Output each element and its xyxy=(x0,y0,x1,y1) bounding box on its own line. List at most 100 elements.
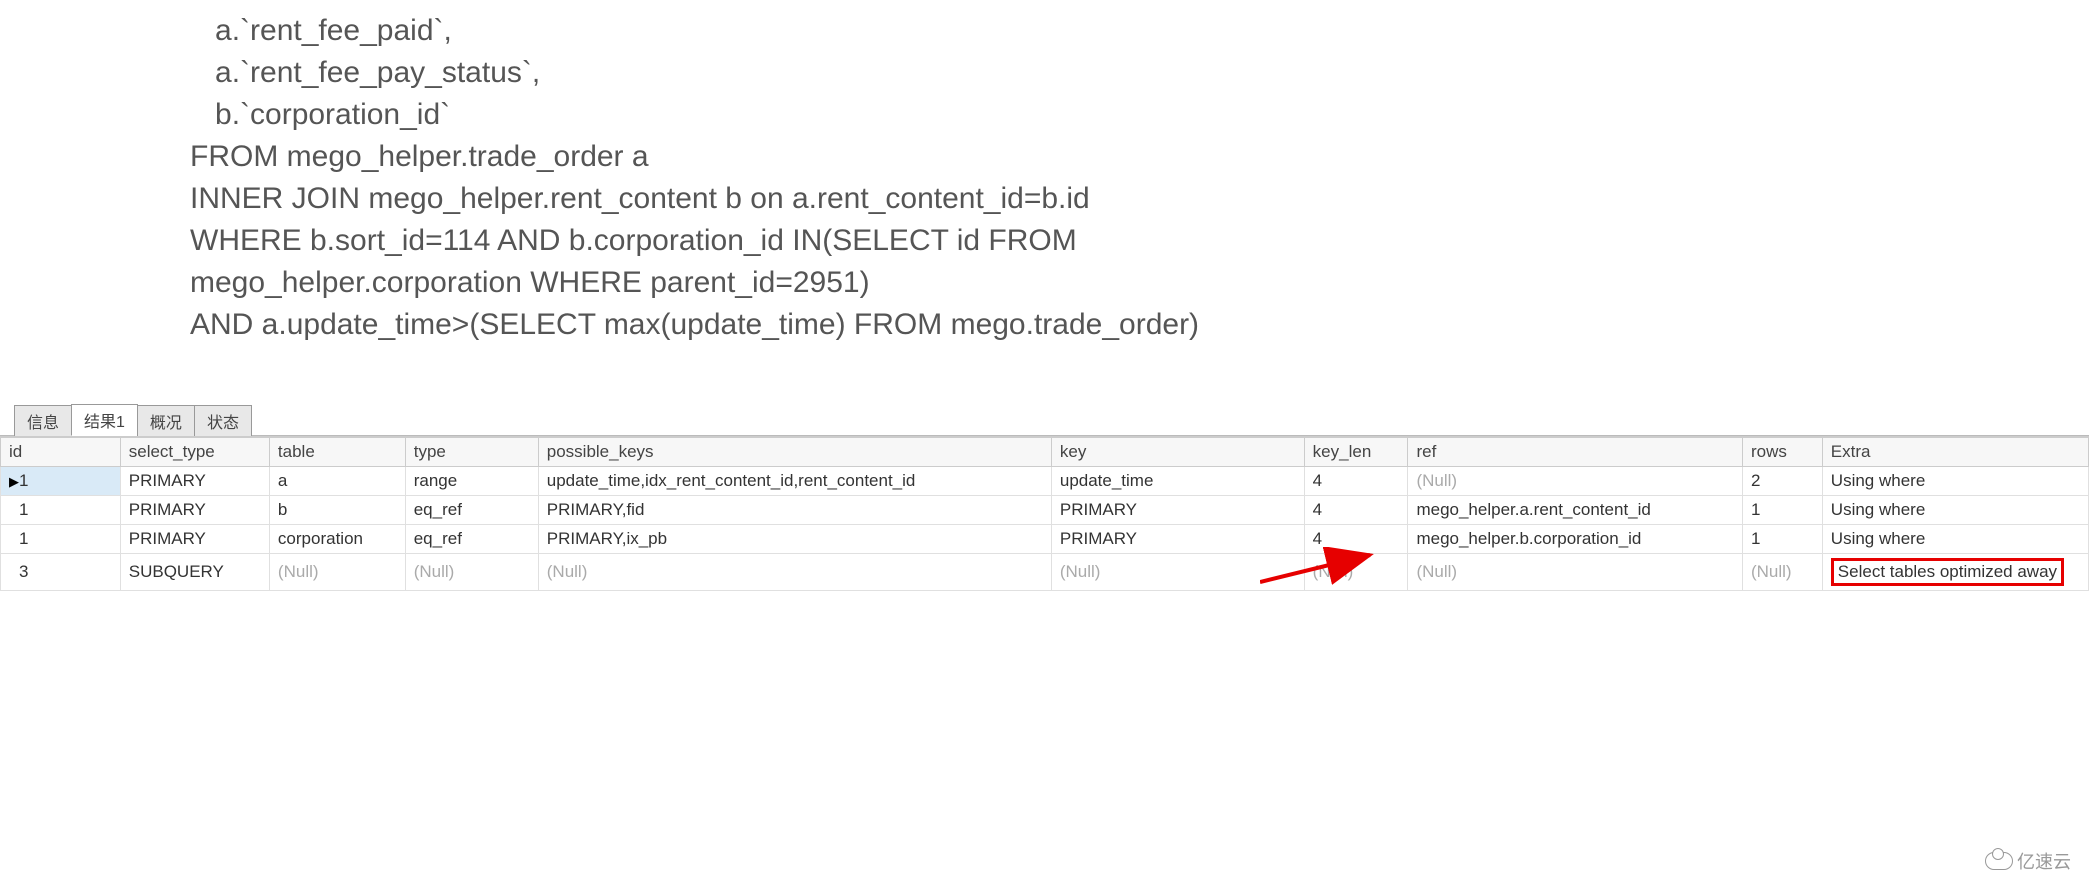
sql-line: a.`rent_fee_paid`, xyxy=(190,10,2089,52)
cell-text: (Null) xyxy=(1416,562,1457,581)
cell-text: Using where xyxy=(1831,471,1926,490)
col-header-possible-keys[interactable]: possible_keys xyxy=(538,438,1051,467)
cell-text: eq_ref xyxy=(414,529,462,548)
highlighted-extra: Select tables optimized away xyxy=(1831,558,2064,586)
cell-text: 1 xyxy=(19,471,28,490)
sql-line: WHERE b.sort_id=114 AND b.corporation_id… xyxy=(190,220,2089,262)
table-cell[interactable]: PRIMARY xyxy=(120,496,269,525)
table-cell[interactable]: (Null) xyxy=(1304,554,1408,591)
cell-text: (Null) xyxy=(1313,562,1354,581)
sql-line: a.`rent_fee_pay_status`, xyxy=(190,52,2089,94)
grid-header-row: id select_type table type possible_keys … xyxy=(1,438,2089,467)
table-cell[interactable]: range xyxy=(405,467,538,496)
table-row[interactable]: ▶1 PRIMARY a range update_time,idx_rent_cont… xyxy=(1,467,2089,496)
cell-text: PRIMARY,ix_pb xyxy=(547,529,667,548)
table-cell[interactable]: eq_ref xyxy=(405,496,538,525)
col-header-extra[interactable]: Extra xyxy=(1822,438,2088,467)
sql-line: mego_helper.corporation WHERE parent_id=… xyxy=(190,262,2089,304)
col-header-ref[interactable]: ref xyxy=(1408,438,1743,467)
col-header-select-type[interactable]: select_type xyxy=(120,438,269,467)
table-cell[interactable]: PRIMARY xyxy=(120,525,269,554)
table-cell[interactable]: 4 xyxy=(1304,467,1408,496)
table-cell[interactable]: corporation xyxy=(269,525,405,554)
table-cell[interactable]: Using where xyxy=(1822,496,2088,525)
table-cell[interactable]: 4 xyxy=(1304,496,1408,525)
table-cell[interactable]: 1 xyxy=(1,525,121,554)
cell-text: mego_helper.a.rent_content_id xyxy=(1416,500,1650,519)
col-header-type[interactable]: type xyxy=(405,438,538,467)
table-cell[interactable]: mego_helper.a.rent_content_id xyxy=(1408,496,1743,525)
table-cell[interactable]: update_time,idx_rent_content_id,rent_con… xyxy=(538,467,1051,496)
sql-line: AND a.update_time>(SELECT max(update_tim… xyxy=(190,304,2089,346)
table-row[interactable]: 1 PRIMARY corporation eq_ref PRIMARY,ix_pb PR… xyxy=(1,525,2089,554)
explain-result-grid[interactable]: id select_type table type possible_keys … xyxy=(0,436,2089,591)
table-row[interactable]: 1PRIMARYbeq_refPRIMARY,fidPRIMARY4mego_h… xyxy=(1,496,2089,525)
cell-text: a xyxy=(278,471,287,490)
sql-line: FROM mego_helper.trade_order a xyxy=(190,136,2089,178)
table-cell[interactable]: (Null) xyxy=(1742,554,1822,591)
table-cell[interactable]: 1 xyxy=(1,496,121,525)
col-header-key[interactable]: key xyxy=(1051,438,1304,467)
cloud-icon xyxy=(1985,852,2013,870)
watermark-logo: 亿速云 xyxy=(1985,848,2071,874)
cell-text: Using where xyxy=(1831,500,1926,519)
cell-text: Using where xyxy=(1831,529,1926,548)
table-row[interactable]: 3SUBQUERY(Null)(Null)(Null)(Null)(Null)(… xyxy=(1,554,2089,591)
cell-text: eq_ref xyxy=(414,500,462,519)
sql-line: b.`corporation_id` xyxy=(190,94,2089,136)
table-cell[interactable]: ▶1 xyxy=(1,467,121,496)
table-cell[interactable]: (Null) xyxy=(1408,467,1743,496)
table-cell[interactable]: Select tables optimized away xyxy=(1822,554,2088,591)
result-tabs: 信息 结果1 概况 状态 xyxy=(0,406,2089,436)
col-header-id[interactable]: id xyxy=(1,438,121,467)
table-cell[interactable]: (Null) xyxy=(405,554,538,591)
cell-text: PRIMARY xyxy=(1060,529,1137,548)
col-header-key-len[interactable]: key_len xyxy=(1304,438,1408,467)
table-cell[interactable]: PRIMARY xyxy=(1051,496,1304,525)
table-cell[interactable]: (Null) xyxy=(269,554,405,591)
cell-text: 4 xyxy=(1313,471,1322,490)
cell-text: (Null) xyxy=(414,562,455,581)
table-cell[interactable]: 1 xyxy=(1742,525,1822,554)
tab-status[interactable]: 状态 xyxy=(194,405,252,436)
tab-profile[interactable]: 概况 xyxy=(137,405,195,436)
cell-text: (Null) xyxy=(278,562,319,581)
tab-info[interactable]: 信息 xyxy=(14,405,72,436)
table-cell[interactable]: eq_ref xyxy=(405,525,538,554)
table-cell[interactable]: (Null) xyxy=(1408,554,1743,591)
table-cell[interactable]: Using where xyxy=(1822,525,2088,554)
table-cell[interactable]: PRIMARY xyxy=(120,467,269,496)
col-header-table[interactable]: table xyxy=(269,438,405,467)
table-cell[interactable]: PRIMARY,ix_pb xyxy=(538,525,1051,554)
table-cell[interactable]: 1 xyxy=(1742,496,1822,525)
cell-text: (Null) xyxy=(1751,562,1792,581)
cell-text: b xyxy=(278,500,287,519)
table-cell[interactable]: b xyxy=(269,496,405,525)
table-cell[interactable]: 3 xyxy=(1,554,121,591)
table-cell[interactable]: a xyxy=(269,467,405,496)
table-cell[interactable]: 4 xyxy=(1304,525,1408,554)
table-cell[interactable]: update_time xyxy=(1051,467,1304,496)
table-cell[interactable]: (Null) xyxy=(1051,554,1304,591)
cell-text: 2 xyxy=(1751,471,1760,490)
cell-text: 1 xyxy=(19,529,28,548)
table-cell[interactable]: 2 xyxy=(1742,467,1822,496)
cell-text: update_time,idx_rent_content_id,rent_con… xyxy=(547,471,916,490)
sql-line: INNER JOIN mego_helper.rent_content b on… xyxy=(190,178,2089,220)
cell-text: PRIMARY,fid xyxy=(547,500,645,519)
cell-text: 1 xyxy=(1751,529,1760,548)
cell-text: PRIMARY xyxy=(129,529,206,548)
tab-result1[interactable]: 结果1 xyxy=(71,404,138,436)
cell-text: 1 xyxy=(1751,500,1760,519)
sql-editor[interactable]: a.`rent_fee_paid`, a.`rent_fee_pay_statu… xyxy=(0,0,2089,406)
cell-text: mego_helper.b.corporation_id xyxy=(1416,529,1641,548)
table-cell[interactable]: SUBQUERY xyxy=(120,554,269,591)
table-cell[interactable]: Using where xyxy=(1822,467,2088,496)
cell-text: PRIMARY xyxy=(129,471,206,490)
table-cell[interactable]: mego_helper.b.corporation_id xyxy=(1408,525,1743,554)
cell-text: SUBQUERY xyxy=(129,562,224,581)
col-header-rows[interactable]: rows xyxy=(1742,438,1822,467)
table-cell[interactable]: PRIMARY xyxy=(1051,525,1304,554)
table-cell[interactable]: PRIMARY,fid xyxy=(538,496,1051,525)
table-cell[interactable]: (Null) xyxy=(538,554,1051,591)
